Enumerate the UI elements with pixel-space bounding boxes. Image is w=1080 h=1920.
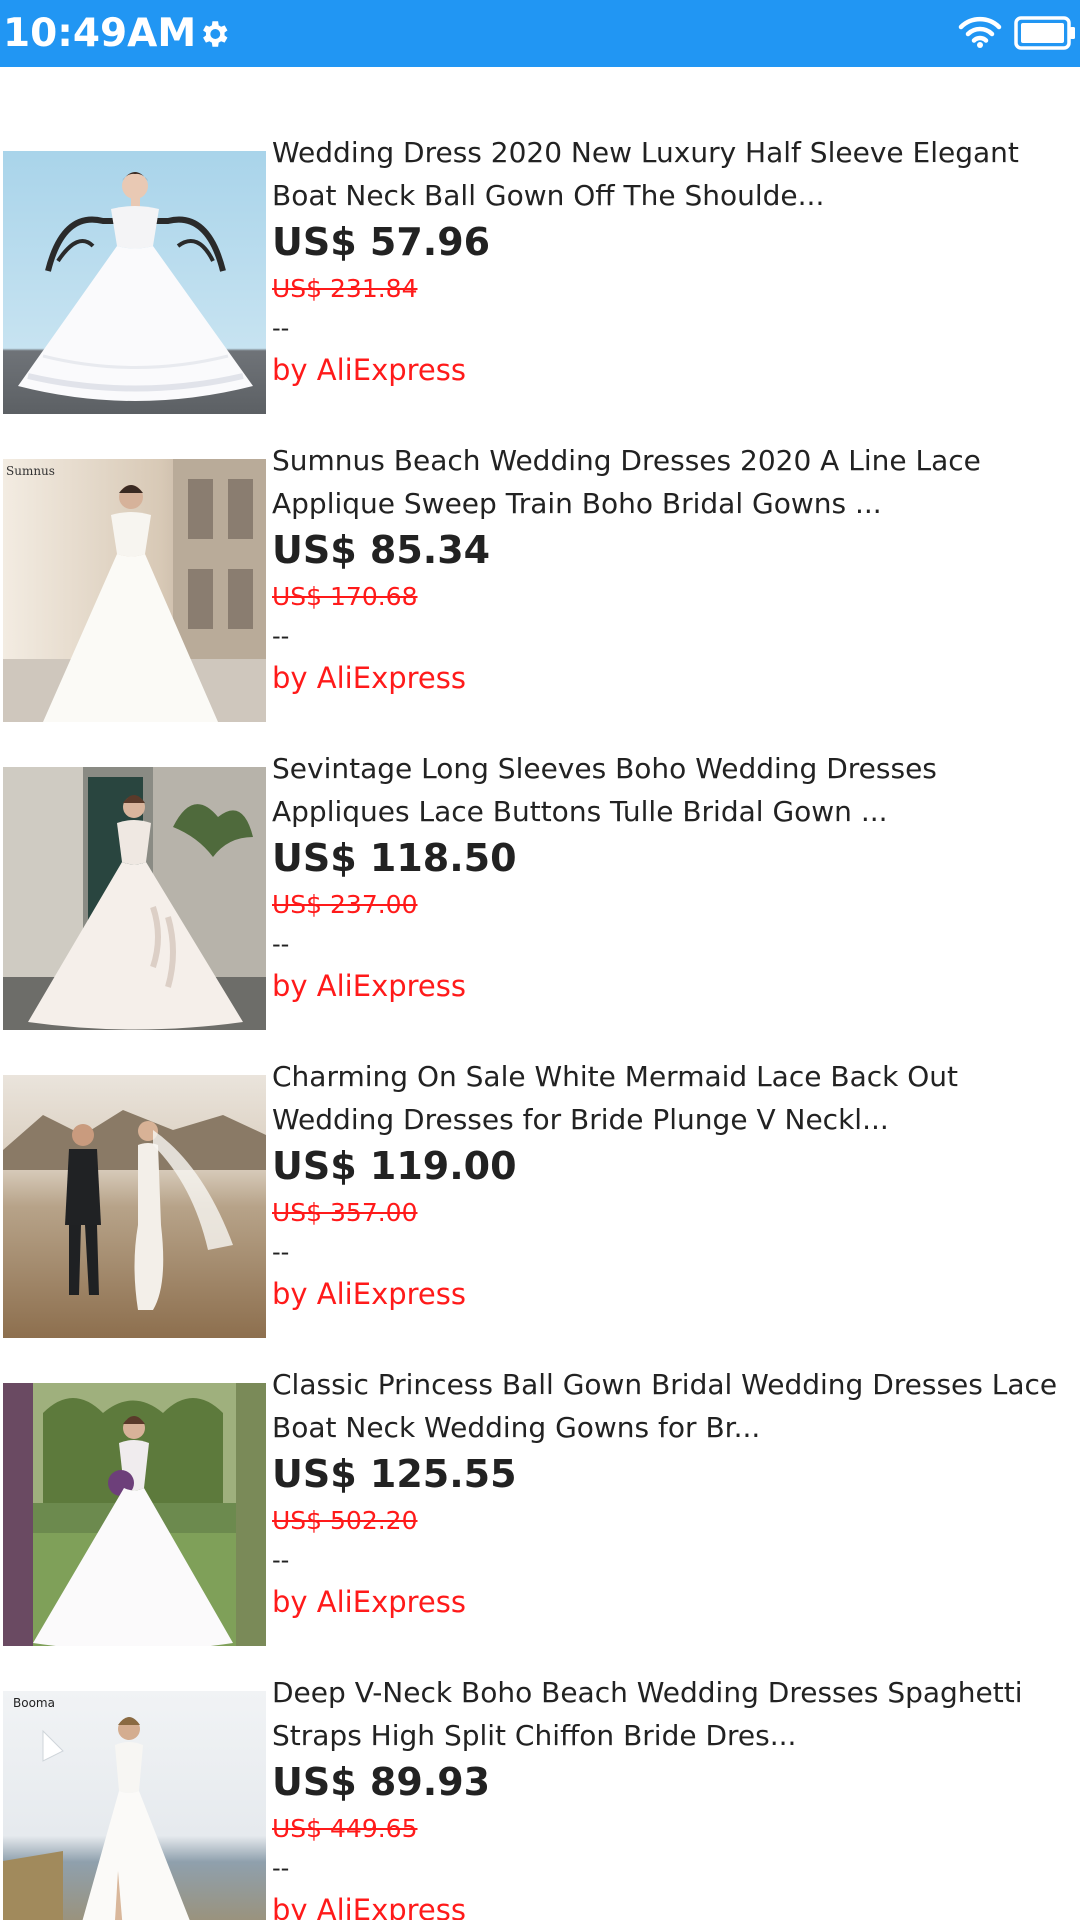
image-watermark: Booma [13,1696,55,1710]
product-title[interactable]: Wedding Dress 2020 New Luxury Half Sleev… [272,131,1072,217]
product-item[interactable]: Sevintage Long Sleeves Boho Wedding Dres… [0,683,1080,1030]
product-price: US$ 89.93 [272,1760,491,1804]
product-rating: -- [272,314,290,342]
product-seller: by AliExpress [272,1893,466,1920]
product-item[interactable]: Sumnus Sumnus Beach Wedding Dresses 2020… [0,375,1080,722]
status-time: 10:49AM [3,11,197,56]
product-title[interactable]: Sumnus Beach Wedding Dresses 2020 A Line… [272,439,1072,525]
gear-icon [203,21,228,47]
product-item[interactable]: Wedding Dress 2020 New Luxury Half Sleev… [0,67,1080,414]
product-original-price: US$ 502.20 [272,1506,418,1535]
product-rating: -- [272,1854,290,1882]
product-title[interactable]: Deep V-Neck Boho Beach Wedding Dresses S… [272,1671,1072,1757]
battery-icon [1014,16,1075,50]
product-original-price: US$ 237.00 [272,890,418,919]
product-original-price: US$ 170.68 [272,582,418,611]
product-list[interactable]: Wedding Dress 2020 New Luxury Half Sleev… [0,67,1080,1920]
product-rating: -- [272,1238,290,1266]
product-title[interactable]: Charming On Sale White Mermaid Lace Back… [272,1055,1072,1141]
product-item[interactable]: Booma Deep V-Neck Boho Beach Wedding Dre… [0,1607,1080,1920]
product-price: US$ 125.55 [272,1452,517,1496]
product-item[interactable]: Classic Princess Ball Gown Bridal Weddin… [0,1299,1080,1646]
status-bar: 10:49AM [0,0,1080,67]
product-price: US$ 118.50 [272,836,517,880]
product-rating: -- [272,930,290,958]
product-price: US$ 119.00 [272,1144,517,1188]
product-rating: -- [272,622,290,650]
product-title[interactable]: Classic Princess Ball Gown Bridal Weddin… [272,1363,1072,1449]
image-watermark: Sumnus [6,464,55,478]
product-original-price: US$ 449.65 [272,1814,418,1843]
product-original-price: US$ 357.00 [272,1198,418,1227]
wifi-icon [958,16,1002,48]
product-rating: -- [272,1546,290,1574]
product-price: US$ 57.96 [272,220,491,264]
product-price: US$ 85.34 [272,528,491,572]
product-original-price: US$ 231.84 [272,274,418,303]
product-title[interactable]: Sevintage Long Sleeves Boho Wedding Dres… [272,747,1072,833]
product-item[interactable]: Charming On Sale White Mermaid Lace Back… [0,991,1080,1338]
product-image[interactable]: Booma [3,1691,266,1920]
